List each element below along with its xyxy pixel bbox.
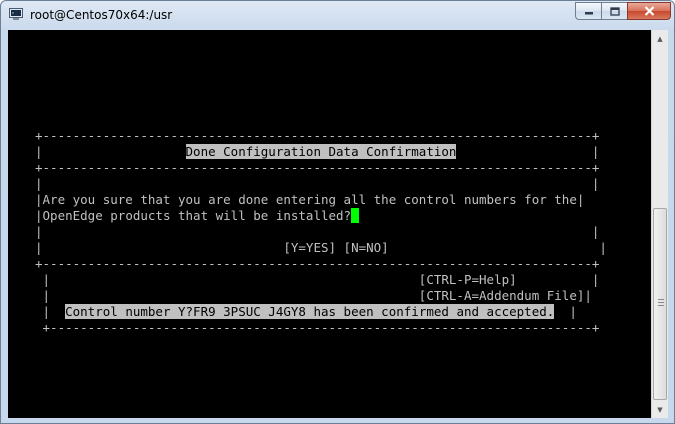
grip-line <box>658 302 664 303</box>
status-message: Control number Y?FR9 3PSUC J4GY8 has bee… <box>65 304 555 319</box>
window-title: root@Centos70x64:/usr <box>30 8 173 22</box>
scroll-up-button[interactable]: ▲ <box>652 30 668 47</box>
dialog-options-row: | [Y=YES] [N=NO] | <box>35 240 607 255</box>
putty-icon[interactable] <box>9 8 23 21</box>
maximize-button[interactable] <box>601 2 627 20</box>
maximize-icon <box>609 6 620 16</box>
status-message-row: | Control number Y?FR9 3PSUC J4GY8 has b… <box>35 304 577 320</box>
dialog-separator: +---------------------------------------… <box>35 160 600 175</box>
dialog-message-line-2: OpenEdge products that will be installed… <box>42 208 352 223</box>
dialog-message-line-1: |Are you sure that you are done entering… <box>35 192 585 207</box>
arrow-down-icon: ▼ <box>657 405 663 414</box>
terminal-screen[interactable]: +---------------------------------------… <box>8 30 651 418</box>
dialog-top-border: +---------------------------------------… <box>35 128 600 143</box>
arrow-up-icon: ▲ <box>657 34 663 43</box>
status-addendum-row: | [CTRL-A=Addendum File]| <box>35 288 592 303</box>
dialog-title-suffix: | <box>456 144 600 159</box>
status-message-suffix: | <box>554 304 577 319</box>
grip-line <box>658 305 664 306</box>
grip-line <box>658 299 664 300</box>
putty-window: root@Centos70x64:/usr +-----------------… <box>0 0 675 424</box>
dialog-message-prefix: | <box>35 208 43 223</box>
dialog-bottom-border: +---------------------------------------… <box>35 256 600 271</box>
close-icon <box>644 6 654 16</box>
scroll-down-button[interactable]: ▼ <box>652 401 668 418</box>
status-help-row: | [CTRL-P=Help] | <box>35 272 600 287</box>
dialog-title-row: | Done Configuration Data Confirmation | <box>35 144 599 160</box>
dialog-title-prefix: | <box>35 144 186 159</box>
terminal-cursor <box>351 208 360 223</box>
title-bar[interactable]: root@Centos70x64:/usr <box>1 1 674 31</box>
minimize-icon <box>584 12 593 15</box>
scrollbar-thumb[interactable] <box>653 208 667 400</box>
close-button[interactable] <box>627 2 671 20</box>
status-bottom-border: +---------------------------------------… <box>35 320 600 335</box>
dialog-title: Done Configuration Data Confirmation <box>185 144 457 159</box>
dialog-blank-row: | | <box>35 224 600 239</box>
vertical-scrollbar[interactable]: ▲ ▼ <box>651 30 668 418</box>
dialog-message-row-2: |OpenEdge products that will be installe… <box>35 208 360 224</box>
status-message-prefix: | <box>35 304 66 319</box>
minimize-button[interactable] <box>575 2 601 20</box>
caption-buttons <box>575 2 671 21</box>
dialog-blank-row: | | <box>35 176 600 191</box>
